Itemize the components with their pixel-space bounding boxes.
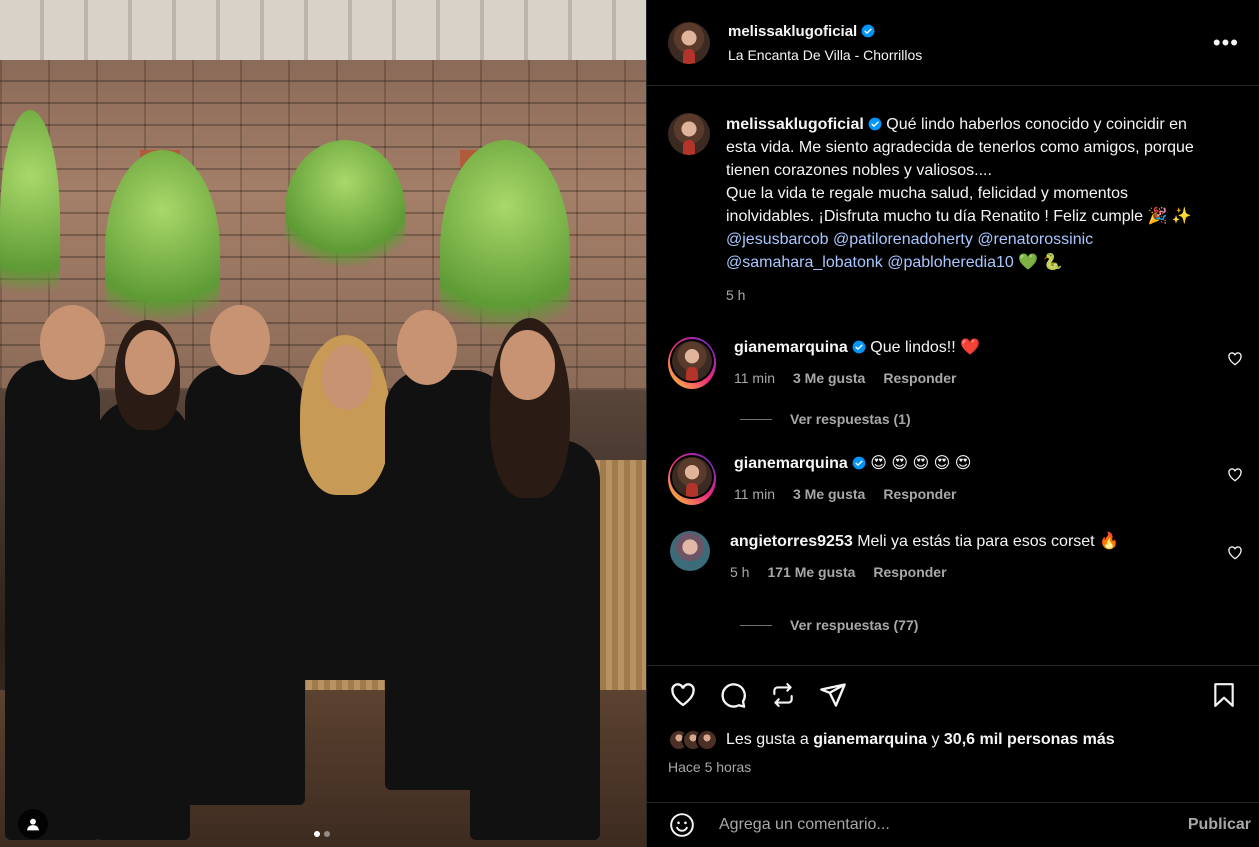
commenter-avatar[interactable]: [672, 457, 712, 497]
comment-composer: Publicar: [647, 802, 1259, 847]
photo-plant: [440, 140, 570, 360]
photo-person: [95, 400, 190, 840]
comment-time[interactable]: 11 min: [734, 367, 775, 389]
comment-item: gianemarquina 😍 😍 😍 😍 😍 11 min 3 Me gust…: [668, 453, 1243, 505]
caption-time[interactable]: 5 h: [726, 284, 1216, 307]
replies-divider: [740, 624, 772, 626]
photo-person-head: [210, 305, 270, 375]
view-replies-button[interactable]: Ver respuestas (77): [740, 617, 1243, 633]
caption-author-avatar[interactable]: [668, 113, 710, 155]
caption-mention[interactable]: @samahara_lobatonk: [726, 254, 883, 271]
comment-username[interactable]: angietorres9253: [730, 533, 853, 550]
liker-avatars: [668, 729, 718, 751]
likes-others[interactable]: 30,6 mil personas más: [944, 731, 1115, 749]
verified-badge-icon: [861, 24, 875, 37]
emoji-picker-button[interactable]: [667, 810, 697, 840]
post-timestamp[interactable]: Hace 5 horas: [668, 759, 1239, 775]
comment-input[interactable]: [719, 816, 1188, 834]
photo-person: [5, 360, 100, 840]
comment-reply-button[interactable]: Responder: [883, 483, 956, 505]
carousel-dot: [324, 831, 330, 837]
comment-text: 😍 😍 😍 😍 😍: [870, 455, 972, 472]
caption-mention[interactable]: @patilorenadoherty: [833, 231, 973, 248]
repost-icon: [773, 683, 793, 707]
photo-person-head: [500, 330, 555, 400]
caption-text-line2: Que la vida te regale mucha salud, felic…: [726, 185, 1192, 225]
view-replies-label: Ver respuestas (77): [790, 617, 919, 633]
repost-button[interactable]: [768, 680, 798, 710]
likes-summary[interactable]: Les gusta a gianemarquina y 30,6 mil per…: [668, 729, 1239, 751]
more-options-icon[interactable]: •••: [1213, 31, 1239, 54]
comment-username[interactable]: gianemarquina: [734, 455, 848, 472]
verified-badge-icon: [852, 340, 866, 354]
replies-divider: [740, 418, 772, 420]
caption-mention[interactable]: @renatorossinic: [977, 231, 1093, 248]
comment-button[interactable]: [718, 680, 748, 710]
photo-plant: [105, 150, 220, 350]
comment-reply-button[interactable]: Responder: [883, 367, 956, 389]
author-username[interactable]: melissaklugoficial: [728, 23, 857, 40]
photo-person-head: [397, 310, 457, 385]
share-button[interactable]: [818, 680, 848, 710]
like-button[interactable]: [668, 680, 698, 710]
heart-icon: [671, 683, 695, 707]
carousel-dot-active: [314, 831, 320, 837]
verified-badge-icon: [868, 117, 882, 131]
caption-mention[interactable]: @pabloheredia10: [887, 254, 1014, 271]
verified-badge-icon: [852, 456, 866, 470]
comment-item: gianemarquina Que lindos!! ❤️ 11 min 3 M…: [668, 337, 1243, 389]
view-replies-label: Ver respuestas (1): [790, 411, 911, 427]
photo-plant: [285, 140, 405, 280]
comment-username[interactable]: gianemarquina: [734, 339, 848, 356]
comment-time[interactable]: 5 h: [730, 561, 749, 583]
post-photo[interactable]: [0, 0, 646, 847]
post-caption: melissaklugoficial Qué lindo haberlos co…: [668, 113, 1243, 307]
save-button[interactable]: [1209, 680, 1239, 710]
caption-username[interactable]: melissaklugoficial: [726, 116, 864, 133]
post-header: melissaklugoficial La Encanta De Villa -…: [647, 0, 1259, 86]
liker-avatar: [696, 729, 718, 751]
photo-person: [185, 365, 305, 805]
bookmark-icon: [1214, 683, 1234, 707]
photo-person-head: [322, 345, 372, 410]
author-avatar[interactable]: [668, 21, 710, 64]
caption-emojis: 💚 🐍: [1018, 254, 1063, 271]
photo-person: [470, 440, 600, 840]
comment-reply-button[interactable]: Responder: [873, 561, 946, 583]
caption-mention[interactable]: @jesusbarcob: [726, 231, 829, 248]
tagged-users-button[interactable]: [18, 809, 48, 839]
carousel-indicator: [314, 831, 330, 837]
comment-like-heart-icon[interactable]: [1227, 351, 1243, 367]
photo-person-head: [125, 330, 175, 395]
photo-plant: [0, 110, 60, 330]
comment-item: angietorres9253 Meli ya estás tia para e…: [668, 531, 1243, 583]
post-location[interactable]: La Encanta De Villa - Chorrillos: [728, 47, 1213, 63]
comment-text: Meli ya estás tia para esos corset 🔥: [857, 533, 1119, 550]
send-icon: [820, 683, 846, 707]
likes-connector: y: [931, 731, 940, 748]
comment-bubble-icon: [721, 683, 746, 708]
commenter-avatar[interactable]: [672, 341, 712, 381]
likes-user[interactable]: gianemarquina: [813, 731, 927, 749]
comment-like-heart-icon[interactable]: [1227, 467, 1243, 483]
view-replies-button[interactable]: Ver respuestas (1): [740, 411, 1243, 427]
comment-text: Que lindos!! ❤️: [870, 339, 981, 356]
publish-button[interactable]: Publicar: [1188, 816, 1251, 834]
comment-time[interactable]: 11 min: [734, 483, 775, 505]
post-actions: Les gusta a gianemarquina y 30,6 mil per…: [647, 665, 1259, 775]
comments-list[interactable]: melissaklugoficial Qué lindo haberlos co…: [647, 87, 1259, 665]
likes-prefix: Les gusta a: [726, 731, 809, 748]
post-side-panel: melissaklugoficial La Encanta De Villa -…: [646, 0, 1259, 847]
user-icon: [27, 818, 39, 831]
emoji-icon: [670, 813, 694, 837]
comment-likes[interactable]: 3 Me gusta: [793, 483, 865, 505]
comment-likes[interactable]: 171 Me gusta: [767, 561, 855, 583]
comment-likes[interactable]: 3 Me gusta: [793, 367, 865, 389]
comment-like-heart-icon[interactable]: [1227, 545, 1243, 561]
commenter-avatar[interactable]: [670, 531, 710, 571]
photo-person-head: [40, 305, 105, 380]
